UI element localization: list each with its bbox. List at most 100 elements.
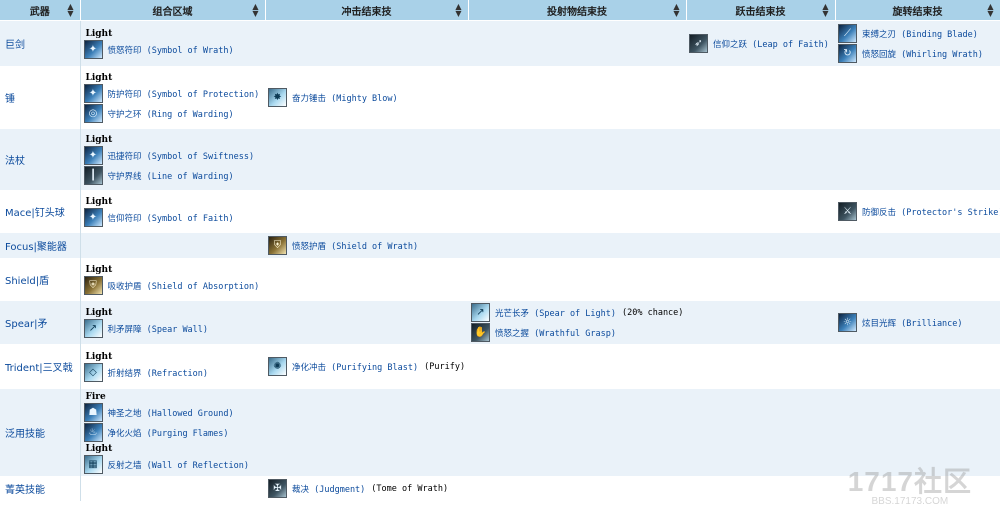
sort-arrows-icon[interactable]: ▲ ▼	[673, 3, 679, 18]
column-header-whirl[interactable]: 旋转结束技 ▲ ▼	[835, 0, 1000, 21]
skill-entry[interactable]: ✺ 净化冲击 (Purifying Blast) (Purify)	[268, 357, 465, 376]
skill-name-link[interactable]: 奋力锤击 (Mighty Blow)	[292, 92, 398, 104]
skill-name-link[interactable]: 神圣之地 (Hallowed Ground)	[108, 407, 234, 419]
skill-entry[interactable]: ↗ 利矛屏障 (Spear Wall)	[83, 319, 263, 338]
column-header-blast[interactable]: 冲击结束技 ▲ ▼	[265, 0, 469, 21]
weapon-cell[interactable]: 法杖	[0, 128, 81, 191]
symbol-icon[interactable]: ✦	[83, 84, 103, 103]
skill-entry[interactable]: ✠ 裁决 (Judgment) (Tome of Wrath)	[268, 479, 465, 499]
skill-name-link[interactable]: 净化冲击 (Purifying Blast)	[292, 361, 418, 373]
strike-icon[interactable]: ⚔	[838, 202, 857, 221]
flame-icon[interactable]: ♨	[83, 423, 103, 442]
weapon-cell[interactable]: 巨剑	[0, 20, 81, 67]
weapon-cell[interactable]: Shield|盾	[0, 258, 81, 301]
skill-name-link[interactable]: 迅捷符印 (Symbol of Swiftness)	[108, 150, 255, 162]
skill-entry[interactable]: ┃ 守护界线 (Line of Warding)	[83, 166, 263, 185]
weapon-cell[interactable]: 泛用技能	[0, 388, 81, 477]
skill-name-link[interactable]: 信仰之跃 (Leap of Faith)	[713, 38, 829, 50]
skill-entry[interactable]: ✋ 愤怒之握 (Wrathful Grasp)	[471, 323, 683, 342]
brilliance-icon[interactable]: ☼	[838, 313, 857, 332]
skill-name-link[interactable]: 净化火焰 (Purging Flames)	[108, 427, 229, 439]
spear-icon[interactable]: ↗	[83, 319, 103, 338]
refraction-icon[interactable]: ◇	[83, 363, 103, 382]
skill-entry[interactable]: ◇ 折射结界 (Refraction)	[83, 363, 263, 382]
skill-name-link[interactable]: 吸收护盾 (Shield of Absorption)	[108, 280, 260, 292]
skill-entry[interactable]: ⚔ 防御反击 (Protector's Strike)	[838, 202, 1000, 221]
ring-icon[interactable]: ◎	[83, 104, 103, 123]
skill-entry[interactable]: ☗ 神圣之地 (Hallowed Ground)	[83, 403, 263, 422]
combo-field-type: Light	[85, 197, 113, 207]
skill-entry[interactable]: ⛨ 愤怒护盾 (Shield of Wrath)	[268, 236, 465, 255]
whirl-finisher-cell: ⚔ 防御反击 (Protector's Strike)	[835, 190, 1000, 233]
skill-note: (Tome of Wrath)	[371, 483, 449, 494]
skill-name-link[interactable]: 利矛屏障 (Spear Wall)	[108, 323, 209, 335]
sort-arrows-icon[interactable]: ▲ ▼	[822, 3, 828, 18]
skill-name-link[interactable]: 束缚之刃 (Binding Blade)	[862, 28, 978, 40]
shield-icon[interactable]: ⛨	[268, 236, 287, 255]
skill-name-link[interactable]: 光芒长矛 (Spear of Light)	[495, 307, 616, 319]
sort-arrows-icon[interactable]: ▲ ▼	[455, 3, 461, 18]
skill-name-link[interactable]: 愤怒护盾 (Shield of Wrath)	[292, 240, 418, 252]
whirl-icon[interactable]: ↻	[838, 44, 857, 63]
symbol-icon[interactable]: ✦	[83, 146, 103, 165]
column-header-weapon[interactable]: 武器 ▲ ▼	[0, 0, 81, 21]
judgment-icon[interactable]: ✠	[268, 479, 287, 499]
spear-icon[interactable]: ↗	[471, 303, 490, 322]
skill-name-link[interactable]: 信仰符印 (Symbol of Faith)	[108, 212, 234, 224]
skill-entry[interactable]: ⟋ 束缚之刃 (Binding Blade)	[838, 24, 997, 43]
blast-finisher-cell	[265, 190, 468, 233]
watermark-logo: 1717社区	[847, 466, 972, 497]
line-icon[interactable]: ┃	[83, 166, 103, 185]
skill-name-link[interactable]: 愤怒回旋 (Whirling Wrath)	[862, 48, 983, 60]
shield-icon[interactable]: ⛨	[83, 276, 103, 295]
combo-field-type: Light	[85, 135, 113, 145]
skill-entry[interactable]: ▦ 反射之墙 (Wall of Reflection)	[83, 455, 263, 474]
skill-name-link[interactable]: 裁决 (Judgment)	[292, 483, 365, 495]
skill-entry[interactable]: ➶ 信仰之跃 (Leap of Faith)	[689, 34, 832, 53]
skill-name-link[interactable]: 防御反击 (Protector's Strike)	[862, 206, 1000, 218]
skill-entry[interactable]: ✸ 奋力锤击 (Mighty Blow)	[268, 88, 465, 107]
skill-entry[interactable]: ⛨ 吸收护盾 (Shield of Absorption)	[83, 276, 263, 295]
projectile-finisher-cell	[468, 388, 686, 477]
column-header-combo[interactable]: 组合区域 ▲ ▼	[80, 0, 266, 21]
skill-entry[interactable]: ♨ 净化火焰 (Purging Flames)	[83, 423, 263, 442]
skill-name-link[interactable]: 守护之环 (Ring of Warding)	[108, 108, 234, 120]
weapon-cell[interactable]: 锤	[0, 66, 81, 129]
combo-field-cell: Light ◇ 折射结界 (Refraction)	[80, 344, 265, 389]
weapon-cell[interactable]: Focus|聚能器	[0, 232, 81, 259]
skill-entry[interactable]: ✦ 防护符印 (Symbol of Protection)	[83, 84, 263, 103]
column-header-projectile[interactable]: 投射物结束技 ▲ ▼	[468, 0, 687, 21]
weapon-cell[interactable]: Trident|三叉戟	[0, 344, 81, 389]
skill-entry[interactable]: ☼ 炫目光辉 (Brilliance)	[838, 313, 997, 332]
skill-name-link[interactable]: 防护符印 (Symbol of Protection)	[108, 88, 260, 100]
wall-icon[interactable]: ▦	[83, 455, 103, 474]
skill-name-link[interactable]: 愤怒符印 (Symbol of Wrath)	[108, 44, 234, 56]
hammer-icon[interactable]: ✸	[268, 88, 287, 107]
sort-arrows-icon[interactable]: ▲ ▼	[67, 3, 73, 18]
symbol-icon[interactable]: ✦	[83, 208, 103, 227]
blade-icon[interactable]: ⟋	[838, 24, 857, 43]
skill-name-link[interactable]: 折射结界 (Refraction)	[108, 367, 209, 379]
skill-entry[interactable]: ↻ 愤怒回旋 (Whirling Wrath)	[838, 44, 997, 63]
combo-field-type: Light	[85, 352, 113, 362]
column-header-leap[interactable]: 跃击结束技 ▲ ▼	[686, 0, 836, 21]
grasp-icon[interactable]: ✋	[471, 323, 490, 342]
weapon-cell[interactable]: Mace|钉头球	[0, 190, 81, 233]
skill-name-link[interactable]: 炫目光辉 (Brilliance)	[862, 317, 963, 329]
skill-name-link[interactable]: 守护界线 (Line of Warding)	[108, 170, 234, 182]
skill-entry[interactable]: ✦ 迅捷符印 (Symbol of Swiftness)	[83, 146, 263, 165]
weapon-cell[interactable]: Spear|矛	[0, 300, 81, 345]
sort-arrows-icon[interactable]: ▲ ▼	[252, 3, 258, 18]
skill-name-link[interactable]: 反射之墙 (Wall of Reflection)	[108, 459, 249, 471]
leap-icon[interactable]: ➶	[689, 34, 708, 53]
ground-icon[interactable]: ☗	[83, 403, 103, 422]
skill-name-link[interactable]: 愤怒之握 (Wrathful Grasp)	[495, 327, 616, 339]
sort-arrows-icon[interactable]: ▲ ▼	[987, 3, 993, 18]
skill-entry[interactable]: ↗ 光芒长矛 (Spear of Light) (20% chance)	[471, 303, 683, 322]
skill-entry[interactable]: ◎ 守护之环 (Ring of Warding)	[83, 104, 263, 123]
blast-icon[interactable]: ✺	[268, 357, 287, 376]
symbol-icon[interactable]: ✦	[83, 40, 103, 59]
skill-entry[interactable]: ✦ 信仰符印 (Symbol of Faith)	[83, 208, 263, 227]
weapon-cell[interactable]: 菁英技能	[0, 476, 81, 501]
skill-entry[interactable]: ✦ 愤怒符印 (Symbol of Wrath)	[83, 40, 263, 59]
